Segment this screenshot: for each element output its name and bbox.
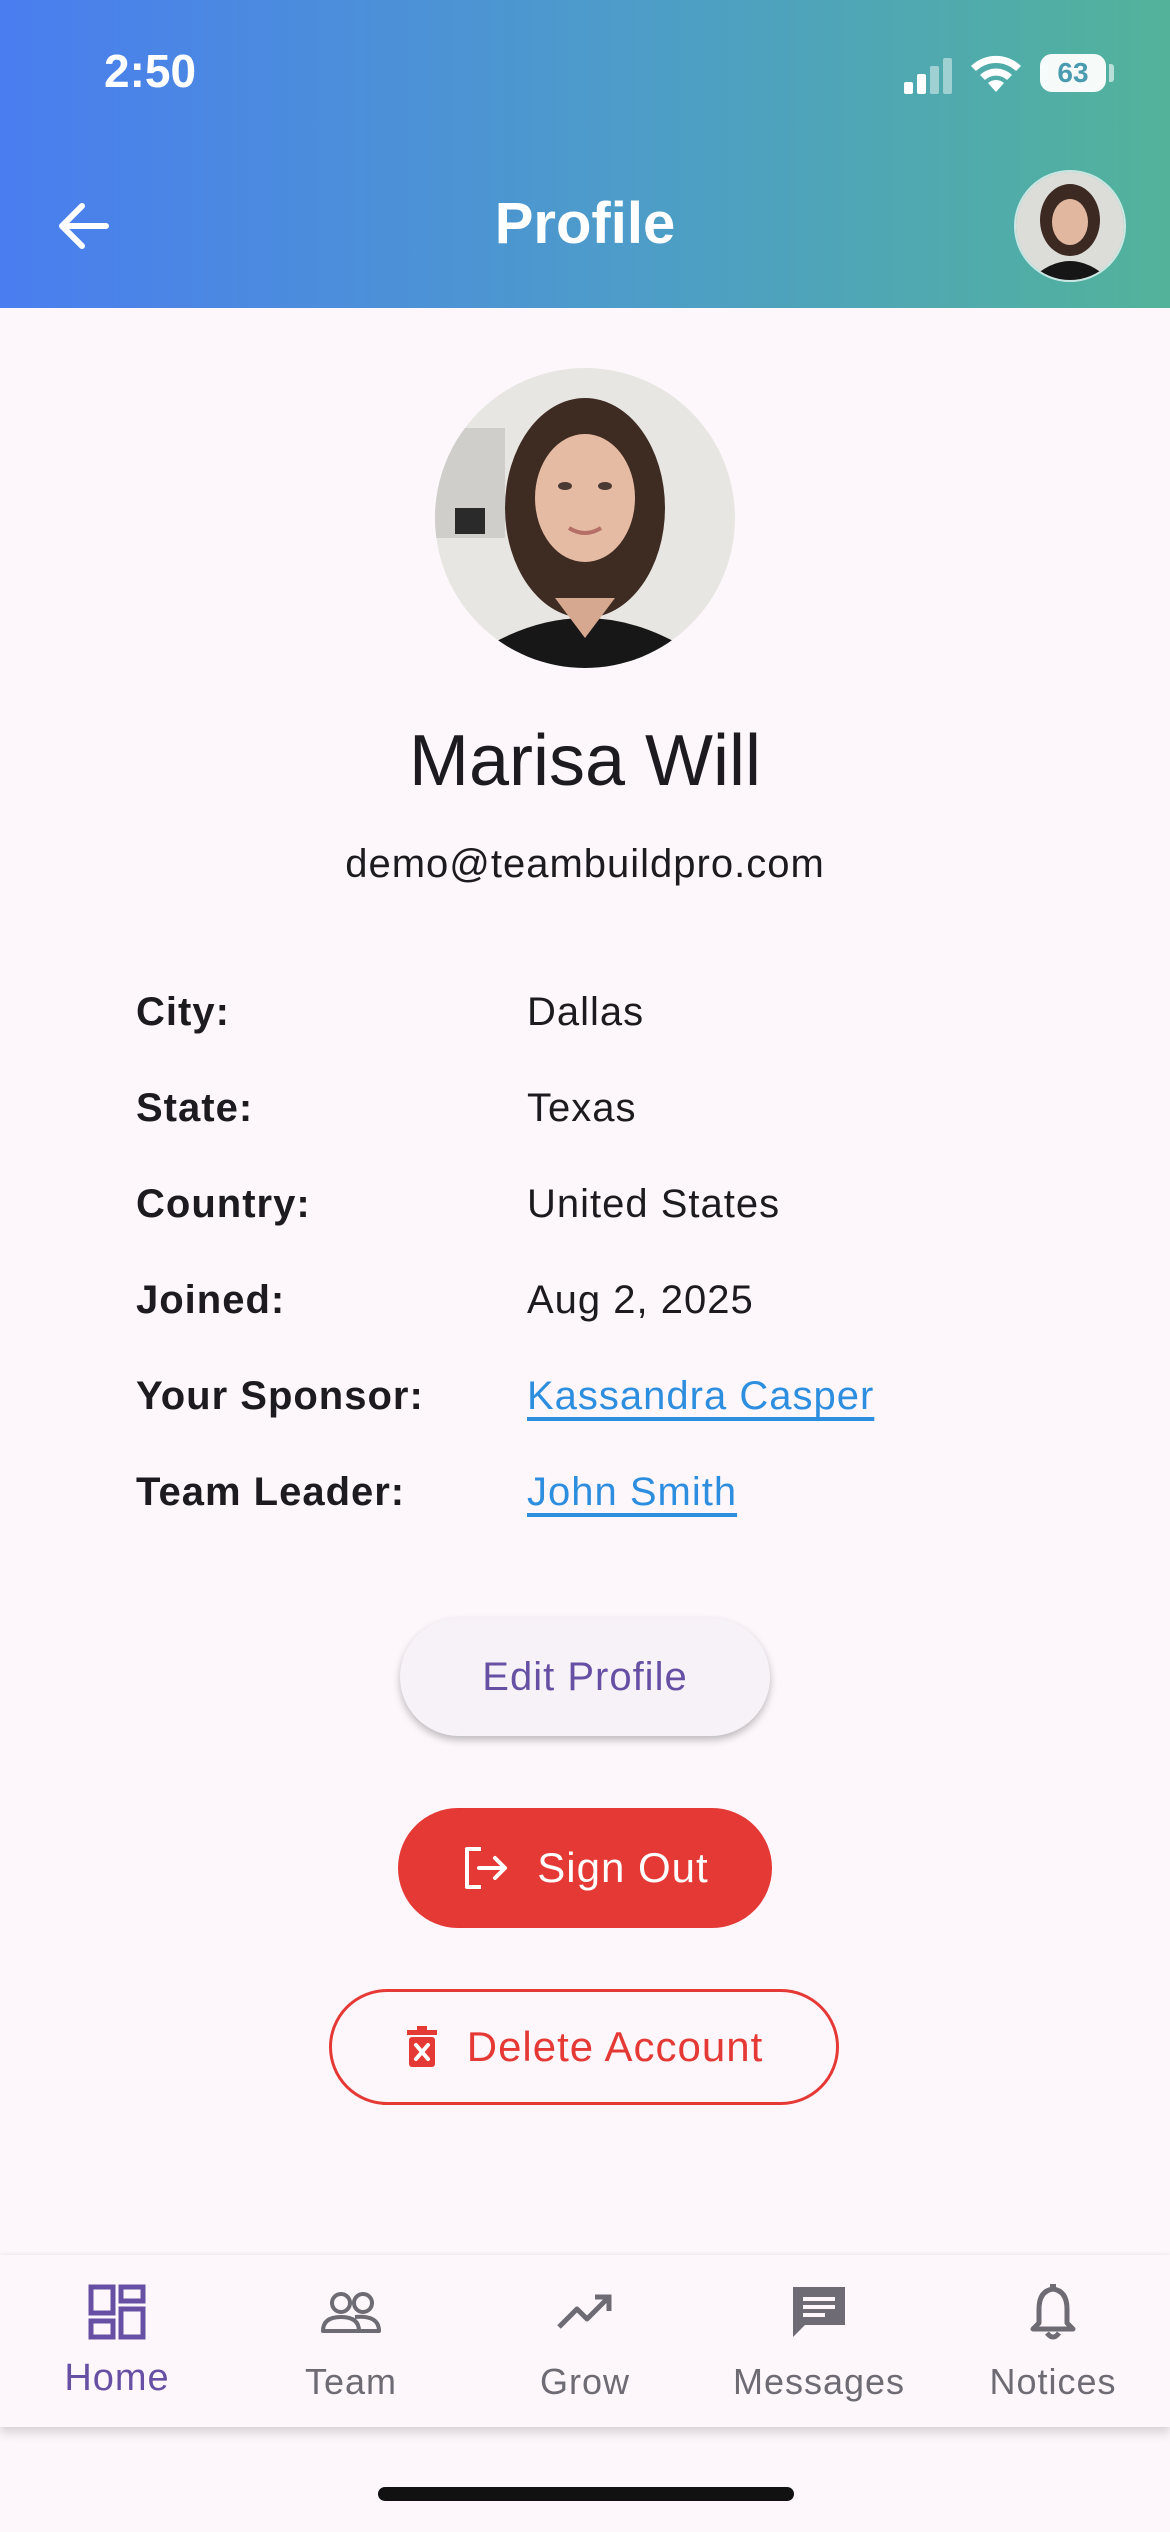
profile-portrait-icon: [435, 368, 735, 668]
info-label: City:: [136, 990, 230, 1034]
nav-label-messages: Messages: [732, 2361, 906, 2402]
nav-label-home: Home: [64, 2357, 170, 2399]
nav-item-home[interactable]: Home: [0, 2255, 234, 2427]
trending-up-icon: [557, 2294, 612, 2329]
edit-profile-label: Edit Profile: [482, 1654, 688, 1699]
info-label: State:: [136, 1086, 254, 1130]
info-value: Texas: [527, 1086, 637, 1130]
battery-tip: [1109, 64, 1114, 82]
profile-photo: [435, 368, 735, 668]
nav-item-messages[interactable]: Messages: [702, 2255, 936, 2427]
nav-item-grow[interactable]: Grow: [468, 2255, 702, 2427]
delete-account-label: Delete Account: [466, 2023, 764, 2070]
info-row-state: State: Texas: [136, 1086, 1036, 1146]
team-leader-link[interactable]: John Smith: [527, 1470, 737, 1515]
delete-account-button[interactable]: Delete Account: [329, 1989, 839, 2105]
profile-name: Marisa Will: [409, 721, 761, 801]
info-row-joined: Joined: Aug 2, 2025: [136, 1278, 1036, 1338]
logout-icon: [465, 1847, 508, 1889]
bottom-navigation: Home Team Grow Messages Notices: [0, 2255, 1170, 2427]
sign-out-label: Sign Out: [537, 1844, 709, 1891]
sign-out-button[interactable]: Sign Out: [398, 1808, 772, 1928]
info-label: Your Sponsor:: [136, 1374, 424, 1418]
profile-email: demo@teambuildpro.com: [345, 842, 825, 886]
nav-label-grow: Grow: [539, 2361, 630, 2402]
info-row-sponsor: Your Sponsor: Kassandra Casper: [136, 1374, 1036, 1434]
header-avatar[interactable]: [1014, 170, 1126, 282]
nav-item-team[interactable]: Team: [234, 2255, 468, 2427]
delete-forever-icon: [406, 2026, 437, 2067]
page-title: Profile: [494, 191, 676, 256]
message-icon: [793, 2287, 845, 2337]
home-indicator: [378, 2487, 794, 2501]
info-label: Team Leader:: [136, 1470, 406, 1514]
app-header: 2:50 63 Profile: [0, 0, 1170, 308]
sponsor-link[interactable]: Kassandra Casper: [527, 1374, 874, 1419]
dashboard-icon: [88, 2284, 146, 2340]
cellular-signal-icon: [904, 58, 952, 94]
info-row-country: Country: United States: [136, 1182, 1036, 1242]
edit-profile-button[interactable]: Edit Profile: [400, 1618, 770, 1736]
bell-icon: [1030, 2284, 1076, 2340]
info-label: Country:: [136, 1182, 311, 1226]
nav-label-notices: Notices: [989, 2361, 1117, 2402]
status-time: 2:50: [104, 45, 197, 97]
info-value: United States: [527, 1182, 781, 1226]
avatar-portrait-icon: [1016, 172, 1124, 280]
info-label: Joined:: [136, 1278, 286, 1322]
people-icon: [321, 2292, 381, 2333]
info-value: Aug 2, 2025: [527, 1278, 754, 1322]
info-row-city: City: Dallas: [136, 990, 1036, 1050]
battery-indicator: 63: [1040, 54, 1106, 92]
nav-item-notices[interactable]: Notices: [936, 2255, 1170, 2427]
nav-label-team: Team: [304, 2361, 398, 2402]
info-value: Dallas: [527, 990, 645, 1034]
info-row-team-leader: Team Leader: John Smith: [136, 1470, 1036, 1530]
wifi-icon: [971, 55, 1021, 92]
